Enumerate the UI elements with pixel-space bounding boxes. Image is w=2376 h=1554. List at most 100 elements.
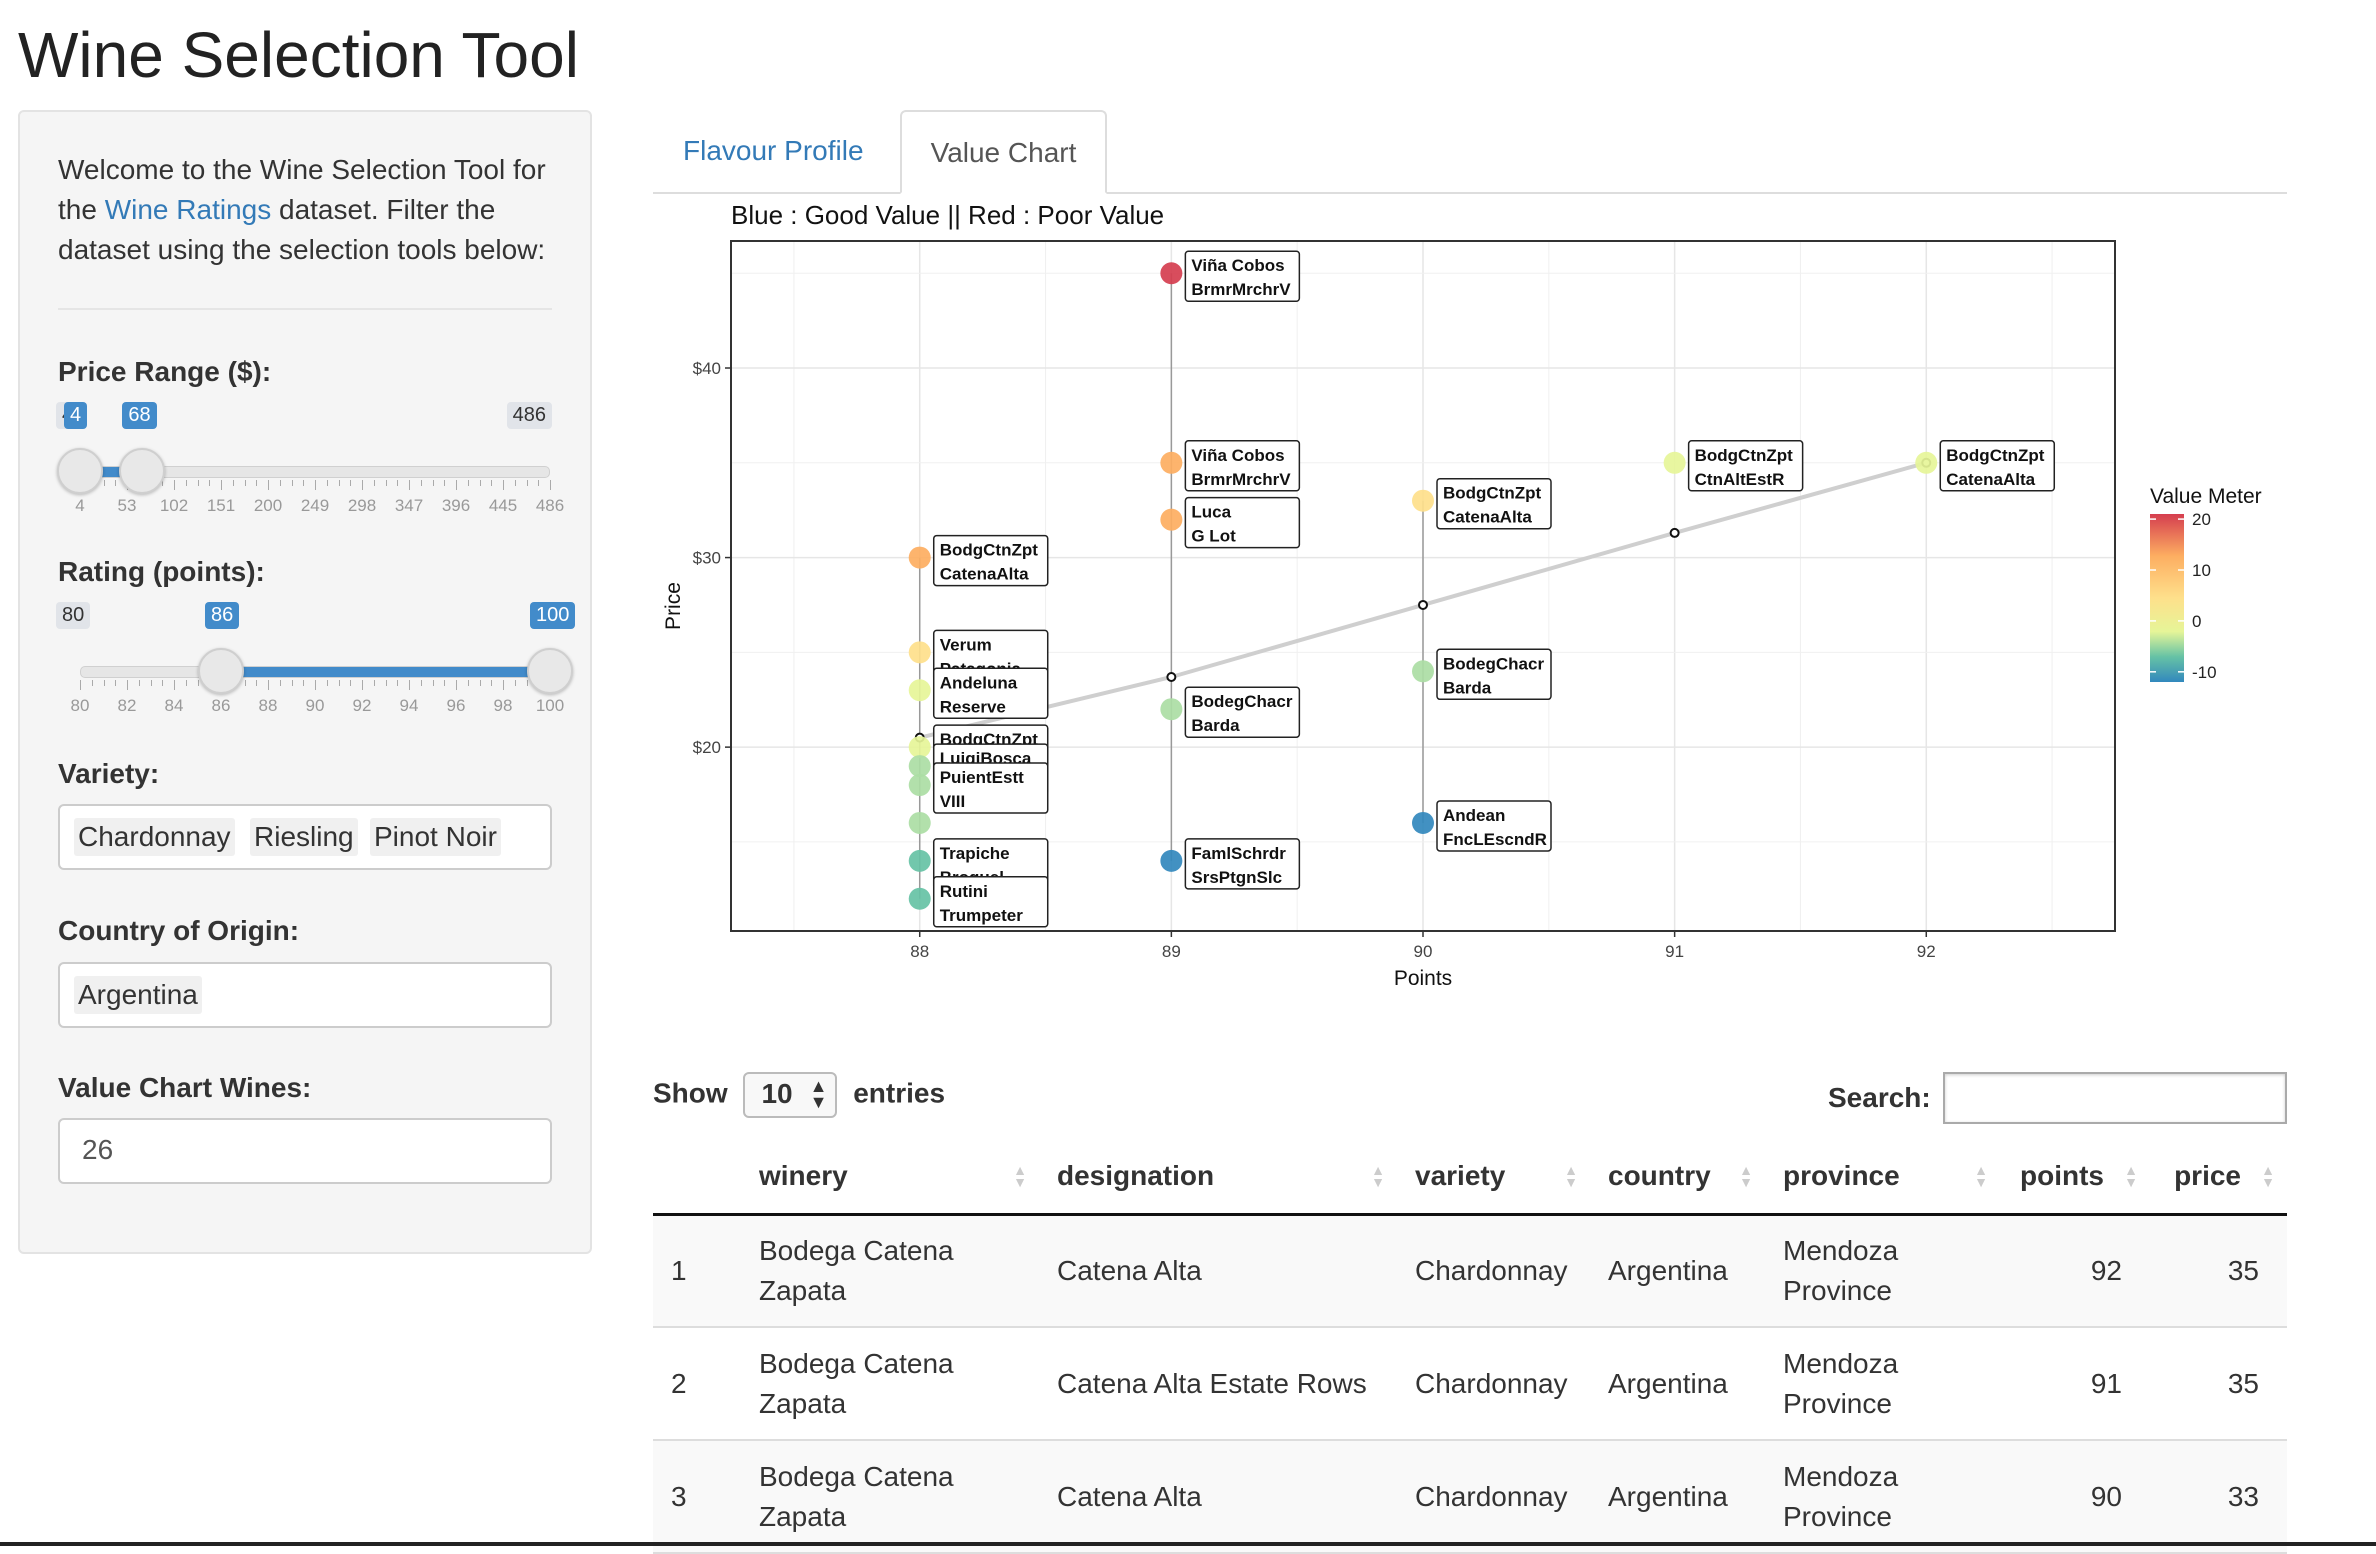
slider-tick bbox=[150, 680, 152, 686]
slider-tick bbox=[526, 680, 528, 686]
column-header-points[interactable]: points ▲ ▼ bbox=[2000, 1140, 2150, 1216]
slider-tick bbox=[467, 680, 469, 686]
slider-tick bbox=[103, 480, 105, 486]
slider-tick bbox=[420, 480, 422, 486]
table-row[interactable]: 3 Bodega Catena Zapata Catena Alta Chardonn… bbox=[653, 1440, 2287, 1554]
slider-tick bbox=[197, 680, 199, 686]
data-point bbox=[908, 849, 931, 872]
column-header-index[interactable] bbox=[653, 1140, 741, 1216]
slider-tick bbox=[385, 680, 387, 686]
column-header-country[interactable]: country ▲ ▼ bbox=[1590, 1140, 1765, 1216]
table-row[interactable]: 2 Bodega Catena Zapata Catena Alta Estate … bbox=[653, 1327, 2287, 1441]
data-point bbox=[1160, 698, 1183, 721]
cell-variety: Chardonnay bbox=[1397, 1214, 1590, 1328]
price-range-label: Price Range ($): bbox=[58, 356, 272, 387]
data-point bbox=[1160, 262, 1183, 285]
length-control: Show 10 ▲ ▼ entries bbox=[653, 1072, 945, 1118]
slider-high-value: 68 bbox=[122, 402, 157, 429]
slider-tick-label: 100 bbox=[535, 696, 565, 715]
search-input[interactable] bbox=[1943, 1072, 2287, 1124]
page-length-select[interactable]: 10 ▲ ▼ bbox=[743, 1072, 838, 1118]
cell-points: 91 bbox=[2000, 1327, 2150, 1441]
data-label-text: BodgCtnZpt bbox=[1695, 446, 1794, 465]
column-header-label: winery bbox=[759, 1160, 848, 1192]
slider-tick bbox=[362, 680, 363, 690]
slider-tick bbox=[291, 680, 293, 686]
data-point bbox=[1915, 451, 1938, 474]
data-label-text: Andean bbox=[1443, 806, 1505, 825]
x-tick-label: 89 bbox=[1162, 942, 1181, 961]
data-label-text: FamlSchrdr bbox=[1191, 844, 1286, 863]
data-point bbox=[908, 679, 931, 702]
trend-point bbox=[1418, 599, 1428, 610]
wine-table: winery ▲ ▼ designation ▲ ▼ variety ▲ ▼ country ▲ ▼ p… bbox=[653, 1140, 2287, 1554]
slider-tick bbox=[303, 680, 305, 686]
data-label-text: Barda bbox=[1443, 678, 1492, 697]
slider-tick bbox=[350, 480, 352, 486]
entries-label: entries bbox=[853, 1077, 946, 1109]
slider-tick bbox=[197, 480, 199, 486]
column-header-variety[interactable]: variety ▲ ▼ bbox=[1397, 1140, 1590, 1216]
app-title: Wine Selection Tool bbox=[18, 19, 579, 91]
data-label: FamlSchrdr SrsPtgnSlc bbox=[1184, 838, 1301, 890]
tab-flavour-profile[interactable]: Flavour Profile bbox=[653, 110, 894, 192]
slider-tick bbox=[209, 480, 211, 486]
slider-tick bbox=[456, 680, 457, 690]
slider-tick bbox=[174, 480, 175, 490]
slider-high-handle[interactable] bbox=[527, 648, 573, 694]
data-point bbox=[1412, 811, 1434, 834]
slider-tick bbox=[244, 680, 246, 686]
cell-designation: Catena Alta Estate Rows bbox=[1039, 1327, 1397, 1441]
variety-select[interactable]: Chardonnay Riesling Pinot Noir bbox=[58, 804, 552, 870]
slider-tick bbox=[185, 480, 187, 486]
column-header-province[interactable]: province ▲ ▼ bbox=[1765, 1140, 2000, 1216]
slider-high-value: 100 bbox=[530, 602, 576, 629]
slider-low-handle[interactable] bbox=[57, 448, 103, 494]
data-label-text: CatenaAlta bbox=[940, 565, 1029, 584]
variety-label: Variety: bbox=[58, 758, 160, 789]
data-point bbox=[1412, 489, 1434, 512]
sort-icon: ▲ ▼ bbox=[1974, 1162, 1988, 1190]
data-label-text: CatenaAlta bbox=[1946, 470, 2035, 489]
data-label-text: Trapiche bbox=[940, 844, 1010, 863]
slider-tick bbox=[550, 480, 551, 490]
variety-chip[interactable]: Pinot Noir bbox=[370, 818, 501, 856]
slider-tick bbox=[162, 680, 164, 686]
data-label-text: CtnAltEstR bbox=[1695, 470, 1785, 489]
column-header-designation[interactable]: designation ▲ ▼ bbox=[1039, 1140, 1397, 1216]
x-tick-label: 90 bbox=[1414, 942, 1433, 961]
tab-value-chart[interactable]: Value Chart bbox=[900, 110, 1107, 194]
rating-slider[interactable]: 808284868890929496981008010086100 bbox=[56, 602, 576, 715]
cell-designation: Catena Alta bbox=[1039, 1214, 1397, 1328]
country-chip[interactable]: Argentina bbox=[74, 976, 202, 1014]
price-range-slider[interactable]: 4531021512002492983473964454864486468 bbox=[56, 402, 564, 515]
slider-tick bbox=[373, 480, 375, 486]
slider-low-value: 4 bbox=[64, 402, 88, 429]
slider-tick bbox=[514, 680, 516, 686]
slider-tick bbox=[397, 480, 399, 486]
slider-tick bbox=[268, 480, 269, 490]
table-row[interactable]: 1 Bodega Catena Zapata Catena Alta Chardonn… bbox=[653, 1214, 2287, 1328]
slider-tick bbox=[80, 680, 81, 690]
cell-price: 35 bbox=[2150, 1327, 2287, 1441]
welcome-text: Welcome to the Wine Selection Tool for t… bbox=[58, 154, 546, 265]
sort-icon: ▲ ▼ bbox=[2124, 1162, 2138, 1190]
column-header-price[interactable]: price ▲ ▼ bbox=[2150, 1140, 2287, 1216]
data-point bbox=[908, 641, 931, 664]
variety-chip[interactable]: Riesling bbox=[250, 818, 358, 856]
country-select[interactable]: Argentina bbox=[58, 962, 552, 1028]
y-tick-label: $20 bbox=[693, 738, 721, 757]
legend-tick-label: 0 bbox=[2192, 612, 2201, 631]
slider-tick bbox=[491, 680, 493, 686]
variety-chip[interactable]: Chardonnay bbox=[74, 818, 235, 856]
slider-min-label: 80 bbox=[56, 602, 91, 629]
value-chart-wines-value: 26 bbox=[82, 1134, 114, 1165]
slider-low-handle[interactable] bbox=[198, 648, 244, 694]
value-chart-wines-input[interactable]: 26 bbox=[58, 1118, 552, 1184]
slider-high-handle[interactable] bbox=[119, 448, 166, 494]
slider-tick bbox=[385, 480, 387, 486]
column-header-winery[interactable]: winery ▲ ▼ bbox=[741, 1140, 1039, 1216]
wine-ratings-link[interactable]: Wine Ratings bbox=[105, 194, 272, 225]
tab-bar: Flavour Profile Value Chart bbox=[653, 110, 2287, 194]
data-label: Viña Cobos BrmrMrchrV bbox=[1184, 440, 1301, 492]
